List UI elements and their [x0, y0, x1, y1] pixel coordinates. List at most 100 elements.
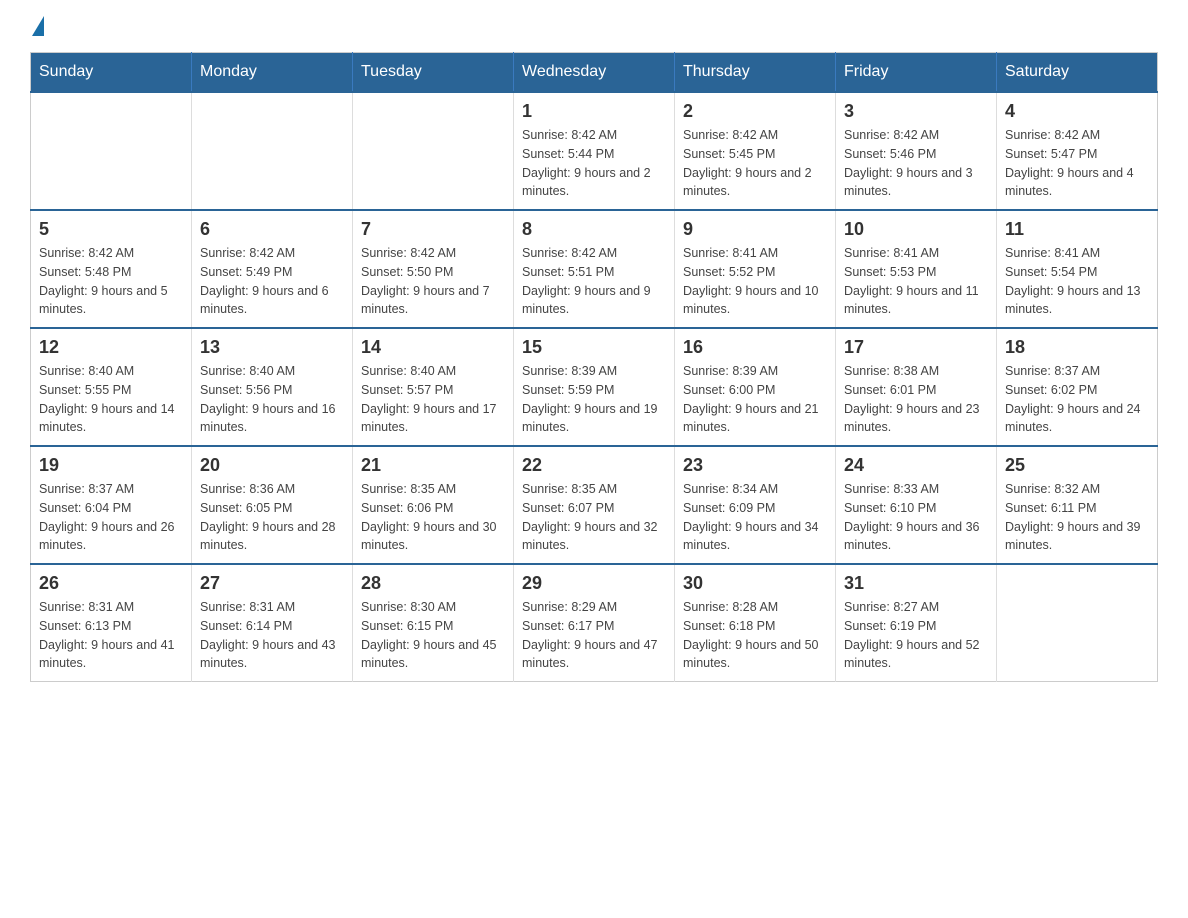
header: [30, 20, 1158, 36]
day-number: 22: [522, 455, 666, 476]
calendar-table: SundayMondayTuesdayWednesdayThursdayFrid…: [30, 52, 1158, 682]
day-info: Sunrise: 8:30 AMSunset: 6:15 PMDaylight:…: [361, 598, 505, 673]
day-number: 4: [1005, 101, 1149, 122]
day-info: Sunrise: 8:37 AMSunset: 6:04 PMDaylight:…: [39, 480, 183, 555]
day-info: Sunrise: 8:38 AMSunset: 6:01 PMDaylight:…: [844, 362, 988, 437]
calendar-cell: 24Sunrise: 8:33 AMSunset: 6:10 PMDayligh…: [836, 446, 997, 564]
day-number: 30: [683, 573, 827, 594]
day-number: 14: [361, 337, 505, 358]
calendar-cell: 2 Sunrise: 8:42 AMSunset: 5:45 PMDaylight…: [675, 92, 836, 210]
calendar-cell: 15 Sunrise: 8:39 AMSunset: 5:59 PMDayligh…: [514, 328, 675, 446]
day-info: Sunrise: 8:40 AMSunset: 5:57 PMDaylight:…: [361, 362, 505, 437]
calendar-cell: [31, 92, 192, 210]
calendar-day-header: Thursday: [675, 53, 836, 93]
calendar-cell: 20Sunrise: 8:36 AMSunset: 6:05 PMDayligh…: [192, 446, 353, 564]
day-info: Sunrise: 8:42 AMSunset: 5:44 PMDaylight:…: [522, 126, 666, 201]
day-info: Sunrise: 8:42 AMSunset: 5:45 PMDaylight:…: [683, 126, 827, 201]
day-info: Sunrise: 8:42 AMSunset: 5:48 PMDaylight:…: [39, 244, 183, 319]
day-number: 8: [522, 219, 666, 240]
calendar-week-row: 26Sunrise: 8:31 AMSunset: 6:13 PMDayligh…: [31, 564, 1158, 682]
logo-triangle-icon: [32, 16, 44, 36]
day-info: Sunrise: 8:41 AMSunset: 5:54 PMDaylight:…: [1005, 244, 1149, 319]
calendar-cell: 25 Sunrise: 8:32 AMSunset: 6:11 PMDayligh…: [997, 446, 1158, 564]
day-info: Sunrise: 8:42 AMSunset: 5:46 PMDaylight:…: [844, 126, 988, 201]
day-number: 17: [844, 337, 988, 358]
calendar-cell: 29 Sunrise: 8:29 AMSunset: 6:17 PMDayligh…: [514, 564, 675, 682]
day-number: 26: [39, 573, 183, 594]
day-info: Sunrise: 8:41 AMSunset: 5:52 PMDaylight:…: [683, 244, 827, 319]
day-number: 15: [522, 337, 666, 358]
day-number: 2: [683, 101, 827, 122]
day-info: Sunrise: 8:39 AMSunset: 5:59 PMDaylight:…: [522, 362, 666, 437]
day-number: 25: [1005, 455, 1149, 476]
calendar-week-row: 19 Sunrise: 8:37 AMSunset: 6:04 PMDayligh…: [31, 446, 1158, 564]
calendar-day-header: Sunday: [31, 53, 192, 93]
calendar-cell: 30 Sunrise: 8:28 AMSunset: 6:18 PMDayligh…: [675, 564, 836, 682]
day-info: Sunrise: 8:33 AMSunset: 6:10 PMDaylight:…: [844, 480, 988, 555]
day-info: Sunrise: 8:35 AMSunset: 6:07 PMDaylight:…: [522, 480, 666, 555]
calendar-cell: 13 Sunrise: 8:40 AMSunset: 5:56 PMDayligh…: [192, 328, 353, 446]
calendar-cell: [353, 92, 514, 210]
day-info: Sunrise: 8:35 AMSunset: 6:06 PMDaylight:…: [361, 480, 505, 555]
day-info: Sunrise: 8:40 AMSunset: 5:56 PMDaylight:…: [200, 362, 344, 437]
day-number: 19: [39, 455, 183, 476]
calendar-cell: 10 Sunrise: 8:41 AMSunset: 5:53 PMDayligh…: [836, 210, 997, 328]
calendar-day-header: Tuesday: [353, 53, 514, 93]
calendar-cell: 9 Sunrise: 8:41 AMSunset: 5:52 PMDaylight…: [675, 210, 836, 328]
calendar-day-header: Saturday: [997, 53, 1158, 93]
calendar-cell: [997, 564, 1158, 682]
day-number: 31: [844, 573, 988, 594]
calendar-cell: 31 Sunrise: 8:27 AMSunset: 6:19 PMDayligh…: [836, 564, 997, 682]
day-info: Sunrise: 8:37 AMSunset: 6:02 PMDaylight:…: [1005, 362, 1149, 437]
calendar-cell: 26Sunrise: 8:31 AMSunset: 6:13 PMDayligh…: [31, 564, 192, 682]
day-info: Sunrise: 8:27 AMSunset: 6:19 PMDaylight:…: [844, 598, 988, 673]
day-info: Sunrise: 8:40 AMSunset: 5:55 PMDaylight:…: [39, 362, 183, 437]
calendar-cell: 19 Sunrise: 8:37 AMSunset: 6:04 PMDayligh…: [31, 446, 192, 564]
day-info: Sunrise: 8:39 AMSunset: 6:00 PMDaylight:…: [683, 362, 827, 437]
calendar-cell: 27Sunrise: 8:31 AMSunset: 6:14 PMDayligh…: [192, 564, 353, 682]
calendar-cell: 21Sunrise: 8:35 AMSunset: 6:06 PMDayligh…: [353, 446, 514, 564]
logo: [30, 20, 44, 36]
calendar-cell: 5 Sunrise: 8:42 AMSunset: 5:48 PMDaylight…: [31, 210, 192, 328]
calendar-cell: 16 Sunrise: 8:39 AMSunset: 6:00 PMDayligh…: [675, 328, 836, 446]
calendar-cell: 4 Sunrise: 8:42 AMSunset: 5:47 PMDaylight…: [997, 92, 1158, 210]
day-number: 13: [200, 337, 344, 358]
calendar-week-row: 1 Sunrise: 8:42 AMSunset: 5:44 PMDaylight…: [31, 92, 1158, 210]
calendar-cell: 23Sunrise: 8:34 AMSunset: 6:09 PMDayligh…: [675, 446, 836, 564]
day-number: 5: [39, 219, 183, 240]
day-number: 18: [1005, 337, 1149, 358]
day-info: Sunrise: 8:34 AMSunset: 6:09 PMDaylight:…: [683, 480, 827, 555]
day-info: Sunrise: 8:42 AMSunset: 5:51 PMDaylight:…: [522, 244, 666, 319]
calendar-cell: 22 Sunrise: 8:35 AMSunset: 6:07 PMDayligh…: [514, 446, 675, 564]
calendar-week-row: 12 Sunrise: 8:40 AMSunset: 5:55 PMDayligh…: [31, 328, 1158, 446]
day-number: 12: [39, 337, 183, 358]
day-number: 16: [683, 337, 827, 358]
day-info: Sunrise: 8:29 AMSunset: 6:17 PMDaylight:…: [522, 598, 666, 673]
calendar-cell: 1 Sunrise: 8:42 AMSunset: 5:44 PMDaylight…: [514, 92, 675, 210]
day-info: Sunrise: 8:28 AMSunset: 6:18 PMDaylight:…: [683, 598, 827, 673]
day-number: 28: [361, 573, 505, 594]
calendar-week-row: 5 Sunrise: 8:42 AMSunset: 5:48 PMDaylight…: [31, 210, 1158, 328]
day-number: 1: [522, 101, 666, 122]
calendar-day-header: Monday: [192, 53, 353, 93]
day-info: Sunrise: 8:42 AMSunset: 5:47 PMDaylight:…: [1005, 126, 1149, 201]
day-number: 6: [200, 219, 344, 240]
day-info: Sunrise: 8:32 AMSunset: 6:11 PMDaylight:…: [1005, 480, 1149, 555]
day-number: 11: [1005, 219, 1149, 240]
day-info: Sunrise: 8:42 AMSunset: 5:50 PMDaylight:…: [361, 244, 505, 319]
calendar-cell: 14 Sunrise: 8:40 AMSunset: 5:57 PMDayligh…: [353, 328, 514, 446]
day-number: 3: [844, 101, 988, 122]
calendar-header-row: SundayMondayTuesdayWednesdayThursdayFrid…: [31, 53, 1158, 93]
day-info: Sunrise: 8:41 AMSunset: 5:53 PMDaylight:…: [844, 244, 988, 319]
day-number: 9: [683, 219, 827, 240]
calendar-day-header: Wednesday: [514, 53, 675, 93]
day-number: 10: [844, 219, 988, 240]
day-number: 29: [522, 573, 666, 594]
calendar-cell: 8 Sunrise: 8:42 AMSunset: 5:51 PMDaylight…: [514, 210, 675, 328]
day-info: Sunrise: 8:42 AMSunset: 5:49 PMDaylight:…: [200, 244, 344, 319]
calendar-cell: 28 Sunrise: 8:30 AMSunset: 6:15 PMDayligh…: [353, 564, 514, 682]
calendar-cell: 11 Sunrise: 8:41 AMSunset: 5:54 PMDayligh…: [997, 210, 1158, 328]
calendar-cell: [192, 92, 353, 210]
day-number: 7: [361, 219, 505, 240]
calendar-cell: 3 Sunrise: 8:42 AMSunset: 5:46 PMDaylight…: [836, 92, 997, 210]
